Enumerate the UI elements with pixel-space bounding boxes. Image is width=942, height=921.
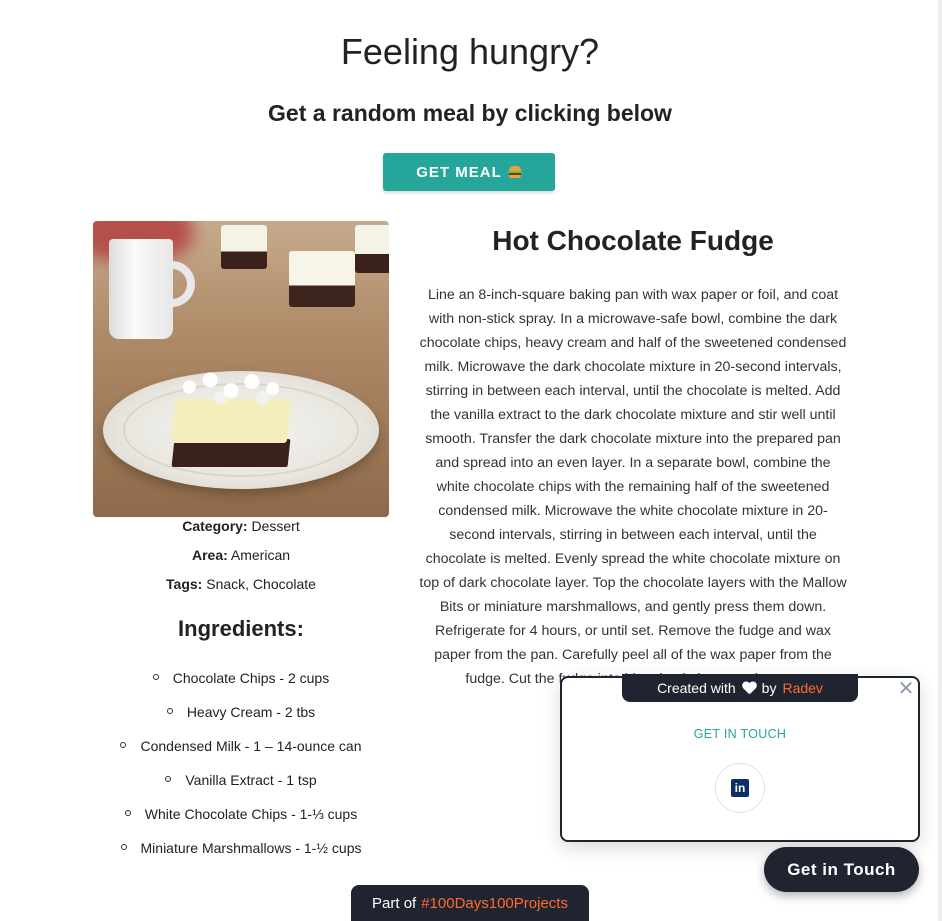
hamburger-icon (507, 166, 522, 178)
meal-area-label: Area: (191, 547, 228, 563)
meal-photo (93, 221, 389, 517)
ingredient-item: Vanilla Extract - 1 tsp (60, 772, 422, 806)
ingredient-text: Vanilla Extract - 1 tsp (185, 772, 317, 788)
meal-instructions: Line an 8-inch-square baking pan with wa… (419, 287, 847, 687)
ingredient-text: Condensed Milk - 1 – 14-ounce can (140, 738, 362, 754)
linkedin-icon: in (731, 779, 749, 797)
author-link[interactable]: Radev (782, 680, 822, 696)
meal-category-value: Dessert (251, 518, 300, 534)
meal-area-value: American (230, 547, 291, 563)
ingredient-item: Miniature Marshmallows - 1-½ cups (60, 840, 422, 874)
bullet-icon (120, 742, 127, 749)
meal-tags-value: Snack, Chocolate (206, 576, 316, 592)
meal-tags: Tags: Snack, Chocolate (93, 576, 389, 592)
meal-tags-label: Tags: (166, 576, 203, 592)
part-of-badge[interactable]: Part of #100Days100Projects (351, 885, 589, 921)
ingredient-text: Chocolate Chips - 2 cups (172, 670, 330, 686)
ingredient-item: Chocolate Chips - 2 cups (60, 670, 422, 704)
created-with-banner: Created with by Radev (622, 674, 858, 702)
part-of-label: Part of (372, 895, 417, 912)
ingredients-title: Ingredients: (178, 616, 304, 641)
get-meal-button-label: GET MEAL (416, 163, 502, 181)
bullet-icon (165, 776, 172, 783)
ingredient-list: Chocolate Chips - 2 cups Heavy Cream - 2… (60, 670, 422, 874)
linkedin-button[interactable]: in (715, 763, 765, 813)
meal-title: Hot Chocolate Fudge (492, 225, 774, 256)
meal-category: Category: Dessert (93, 518, 389, 534)
close-icon[interactable]: ✕ (896, 679, 916, 699)
ingredient-item: Condensed Milk - 1 – 14-ounce can (60, 738, 422, 772)
meal-category-label: Category: (182, 518, 248, 534)
page-scrollbar[interactable] (938, 0, 942, 921)
bullet-icon (152, 674, 159, 681)
ingredient-text: Miniature Marshmallows - 1-½ cups (140, 840, 362, 856)
ingredient-text: Heavy Cream - 2 tbs (186, 704, 316, 720)
bullet-icon (124, 810, 131, 817)
ingredient-item: Heavy Cream - 2 tbs (60, 704, 422, 738)
page-title: Feeling hungry? (340, 31, 600, 72)
meal-area: Area: American (93, 547, 389, 563)
ingredient-text: White Chocolate Chips - 1-⅓ cups (144, 806, 358, 822)
hashtag-link[interactable]: #100Days100Projects (421, 895, 568, 912)
get-meal-button[interactable]: GET MEAL (383, 153, 555, 191)
created-by-text: by (761, 680, 777, 696)
heart-icon (742, 682, 756, 694)
bullet-icon (120, 844, 127, 851)
page-subtitle: Get a random meal by clicking below (268, 100, 672, 126)
get-in-touch-link[interactable]: GET IN TOUCH (560, 727, 920, 741)
ingredient-item: White Chocolate Chips - 1-⅓ cups (60, 806, 422, 840)
created-with-text: Created with (657, 680, 736, 696)
bullet-icon (166, 708, 173, 715)
get-in-touch-button[interactable]: Get in Touch (764, 847, 919, 892)
